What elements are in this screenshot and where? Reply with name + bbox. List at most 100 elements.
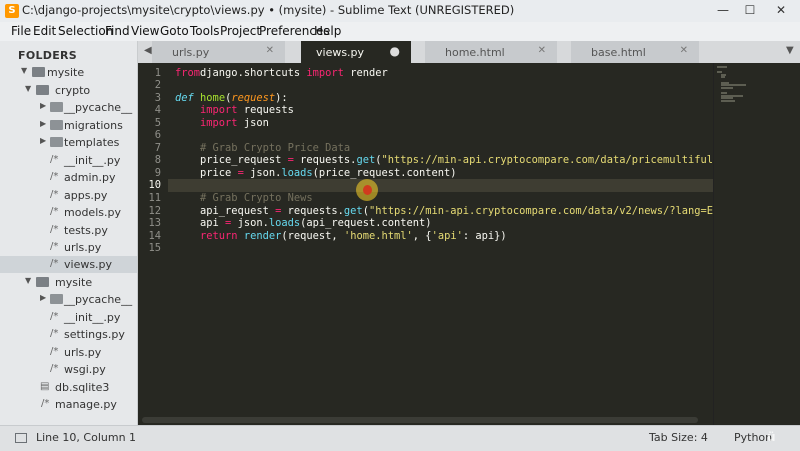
panel-toggle-icon[interactable]	[15, 433, 27, 443]
tree-item[interactable]: ▶ __pycache__	[0, 291, 137, 308]
python-file-icon: /*	[50, 171, 59, 182]
python-file-icon: /*	[50, 258, 59, 269]
code-token: requests.	[293, 154, 357, 167]
tree-item[interactable]: /* urls.py	[0, 239, 137, 256]
menu-project[interactable]: Project	[220, 24, 261, 38]
minimap[interactable]	[713, 63, 800, 425]
menu-goto[interactable]: Goto	[160, 24, 189, 38]
tab-views-py[interactable]: views.py ●	[301, 41, 411, 63]
collapsed-arrow-icon[interactable]: ▶	[40, 119, 46, 128]
tree-item[interactable]: /* __init__.py	[0, 309, 137, 326]
tree-item[interactable]: /* tests.py	[0, 222, 137, 239]
tree-item[interactable]: /* manage.py	[0, 396, 137, 413]
tree-item[interactable]: ▼ crypto	[0, 82, 137, 99]
tab-scroll-left-icon[interactable]: ◀	[144, 45, 152, 56]
code-line[interactable]: import requests	[175, 104, 294, 117]
menu-help[interactable]: Help	[314, 24, 341, 38]
close-button[interactable]: ✕	[766, 2, 796, 19]
code-line[interactable]: # Grab Crypto News	[175, 192, 313, 205]
collapsed-arrow-icon[interactable]: ▶	[40, 136, 46, 145]
expanded-arrow-icon[interactable]: ▼	[25, 84, 31, 93]
expanded-arrow-icon[interactable]: ▼	[21, 66, 27, 75]
line-number: 2	[154, 79, 161, 92]
code-editor[interactable]: fromdjango.shortcuts import render def ho…	[168, 63, 713, 408]
tree-item[interactable]: /* wsgi.py	[0, 361, 137, 378]
code-token: : api})	[462, 229, 507, 242]
tree-item-label: __pycache__	[64, 101, 133, 114]
code-line[interactable]: # Grab Crypto Price Data	[175, 142, 350, 155]
code-token: requests.	[281, 204, 344, 217]
tree-item[interactable]: /* __init__.py	[0, 152, 137, 169]
tab-close-icon[interactable]: ✕	[680, 45, 688, 56]
tree-item-label: admin.py	[64, 171, 116, 184]
minimap-line	[717, 66, 728, 68]
tree-item[interactable]: ▼ mysite	[0, 64, 137, 81]
tab-urls-py[interactable]: urls.py ✕	[152, 41, 285, 63]
code-line[interactable]: fromdjango.shortcuts import render	[175, 67, 388, 80]
tab-bar: ◀ ▶ ▼ urls.py✕views.py●home.html✕base.ht…	[138, 41, 800, 63]
code-token: return	[200, 229, 238, 242]
unsaved-dot-icon[interactable]: ●	[390, 44, 400, 58]
python-file-icon: /*	[50, 241, 59, 252]
tree-item-label: apps.py	[64, 189, 108, 202]
folder-icon	[36, 85, 49, 95]
line-number: 1	[154, 66, 161, 79]
code-token: 'api'	[431, 229, 463, 242]
tree-item[interactable]: /* settings.py	[0, 326, 137, 343]
tree-item[interactable]: /* admin.py	[0, 169, 137, 186]
code-token: import	[200, 116, 238, 129]
tree-item-label: crypto	[55, 84, 91, 97]
horizontal-scrollbar[interactable]	[142, 417, 698, 423]
window-title: C:\django-projects\mysite\crypto\views.p…	[22, 3, 515, 17]
tree-item-label: views.py	[64, 258, 113, 271]
menu-view[interactable]: View	[131, 24, 159, 38]
code-token: render	[243, 229, 282, 242]
tree-item-label: settings.py	[64, 328, 125, 341]
tree-item[interactable]: /* apps.py	[0, 187, 137, 204]
code-line[interactable]: def home(request):	[175, 92, 288, 105]
cursor-position: Line 10, Column 1	[36, 431, 137, 444]
code-line[interactable]: import json	[175, 117, 269, 130]
code-line[interactable]: price_request = requests.get("https://mi…	[175, 154, 713, 167]
python-file-icon: /*	[50, 346, 59, 357]
tree-item[interactable]: /* views.py	[0, 256, 137, 273]
line-number: 10	[148, 179, 161, 192]
python-file-icon: /*	[50, 363, 59, 374]
tree-item[interactable]: ▶ __pycache__	[0, 99, 137, 116]
menu-tools[interactable]: Tools	[190, 24, 220, 38]
tree-item[interactable]: /* urls.py	[0, 344, 137, 361]
tree-item[interactable]: /* models.py	[0, 204, 137, 221]
folder-icon	[50, 294, 63, 304]
tab-home-html[interactable]: home.html ✕	[425, 41, 557, 63]
collapsed-arrow-icon[interactable]: ▶	[40, 293, 46, 302]
code-line[interactable]: api_request = requests.get("https://min-…	[175, 205, 713, 218]
python-file-icon: /*	[50, 154, 59, 165]
tree-item-label: urls.py	[64, 241, 102, 254]
code-line[interactable]: api = json.loads(api_request.content)	[175, 217, 432, 230]
menu-file[interactable]: File	[11, 24, 31, 38]
code-line[interactable]: return render(request, 'home.html', {'ap…	[175, 230, 507, 243]
line-number: 5	[154, 116, 161, 129]
code-line[interactable]	[168, 179, 713, 193]
tab-close-icon[interactable]: ✕	[266, 45, 274, 56]
menu-edit[interactable]: Edit	[33, 24, 56, 38]
code-token: json.	[243, 166, 282, 179]
tab-base-html[interactable]: base.html ✕	[571, 41, 699, 63]
code-token: ):	[275, 91, 288, 104]
collapsed-arrow-icon[interactable]: ▶	[40, 101, 46, 110]
code-token: from	[175, 66, 201, 79]
tab-overflow-icon[interactable]: ▼	[786, 45, 794, 56]
code-line[interactable]: price = json.loads(price_request.content…	[175, 167, 457, 180]
minimize-button[interactable]: —	[712, 2, 734, 19]
tree-item[interactable]: ▶ templates	[0, 134, 137, 151]
tab-size-selector[interactable]: Tab Size: 4	[649, 431, 708, 444]
code-token: get	[356, 154, 376, 167]
expanded-arrow-icon[interactable]: ▼	[25, 276, 31, 285]
maximize-button[interactable]: ☐	[739, 2, 761, 19]
tree-item[interactable]: ▤ db.sqlite3	[0, 379, 137, 396]
tab-close-icon[interactable]: ✕	[538, 45, 546, 56]
tree-item[interactable]: ▼ mysite	[0, 274, 137, 291]
menu-find[interactable]: Find	[105, 24, 130, 38]
tree-item[interactable]: ▶ migrations	[0, 117, 137, 134]
